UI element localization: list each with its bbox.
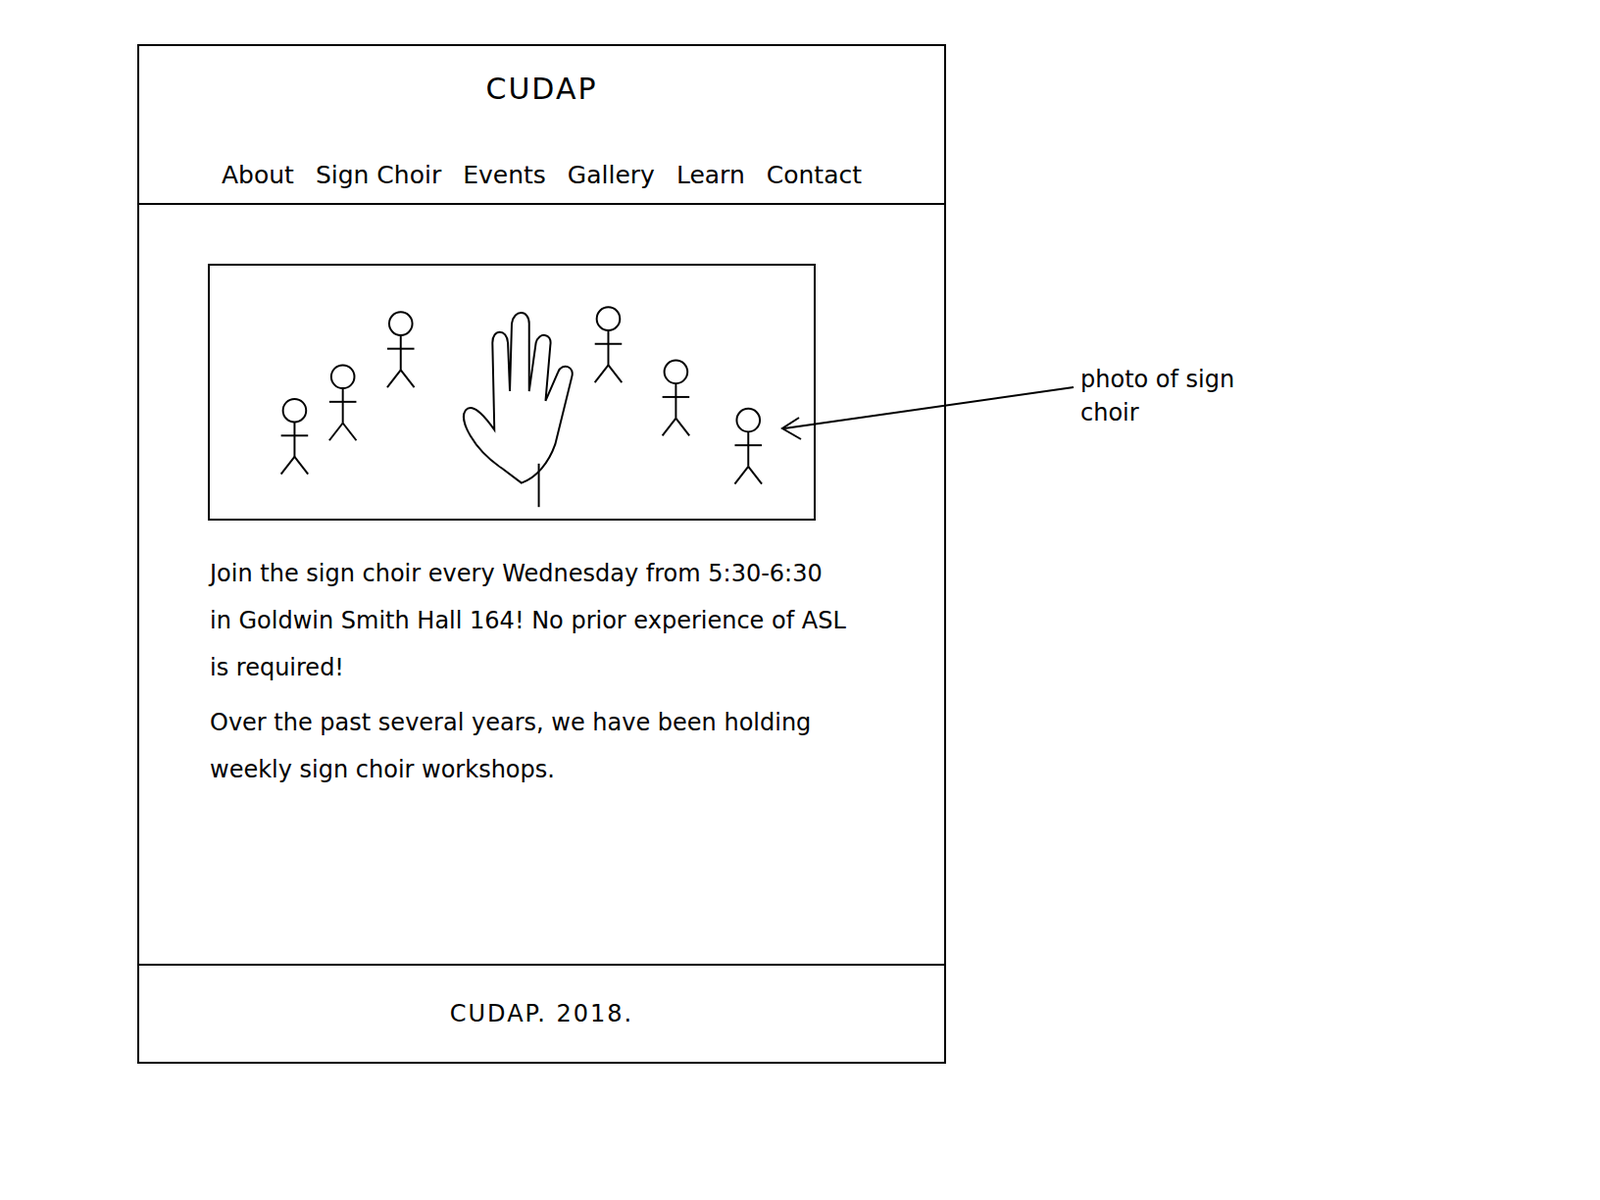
nav-bar: About Sign Choir Events Gallery Learn Contact: [221, 157, 862, 194]
sign-choir-drawing-icon: [209, 265, 814, 519]
nav-link[interactable]: Events: [462, 157, 547, 194]
page: CUDAP About Sign Choir Events Gallery Learn Co…: [0, 0, 1600, 1200]
main-content: Join the sign choir every Wednesday from…: [139, 204, 945, 964]
wireframe-frame: CUDAP About Sign Choir Events Gallery Learn Co…: [137, 0, 947, 1064]
site-title: CUDAP: [485, 69, 598, 109]
sign-choir-photo: [207, 263, 816, 521]
footer-text: CUDAP. 2018.: [450, 998, 635, 1030]
nav-link[interactable]: About: [221, 157, 295, 194]
stick-figure-icon: [662, 360, 691, 437]
annotation-arrow-icon: [0, 0, 1600, 1200]
hand-icon: [463, 312, 573, 484]
stick-figure-icon: [595, 306, 623, 383]
nav-link[interactable]: Learn: [676, 157, 746, 194]
stick-figure-icon: [281, 399, 309, 475]
site-header: CUDAP About Sign Choir Events Gallery Learn Co…: [139, 46, 945, 205]
site-footer: CUDAP. 2018.: [139, 963, 945, 1062]
content-paragraph: Join the sign choir every Wednesday from…: [209, 550, 848, 692]
nav-link[interactable]: Contact: [766, 157, 862, 194]
stick-figure-icon: [734, 408, 762, 485]
annotation-label: photo of sign choir: [1080, 362, 1238, 430]
nav-link[interactable]: Gallery: [567, 157, 655, 194]
nav-link[interactable]: Sign Choir: [315, 157, 442, 194]
stick-figure-icon: [387, 311, 415, 388]
content-paragraph: Over the past several years, we have bee…: [209, 699, 848, 794]
stick-figure-icon: [329, 364, 357, 441]
